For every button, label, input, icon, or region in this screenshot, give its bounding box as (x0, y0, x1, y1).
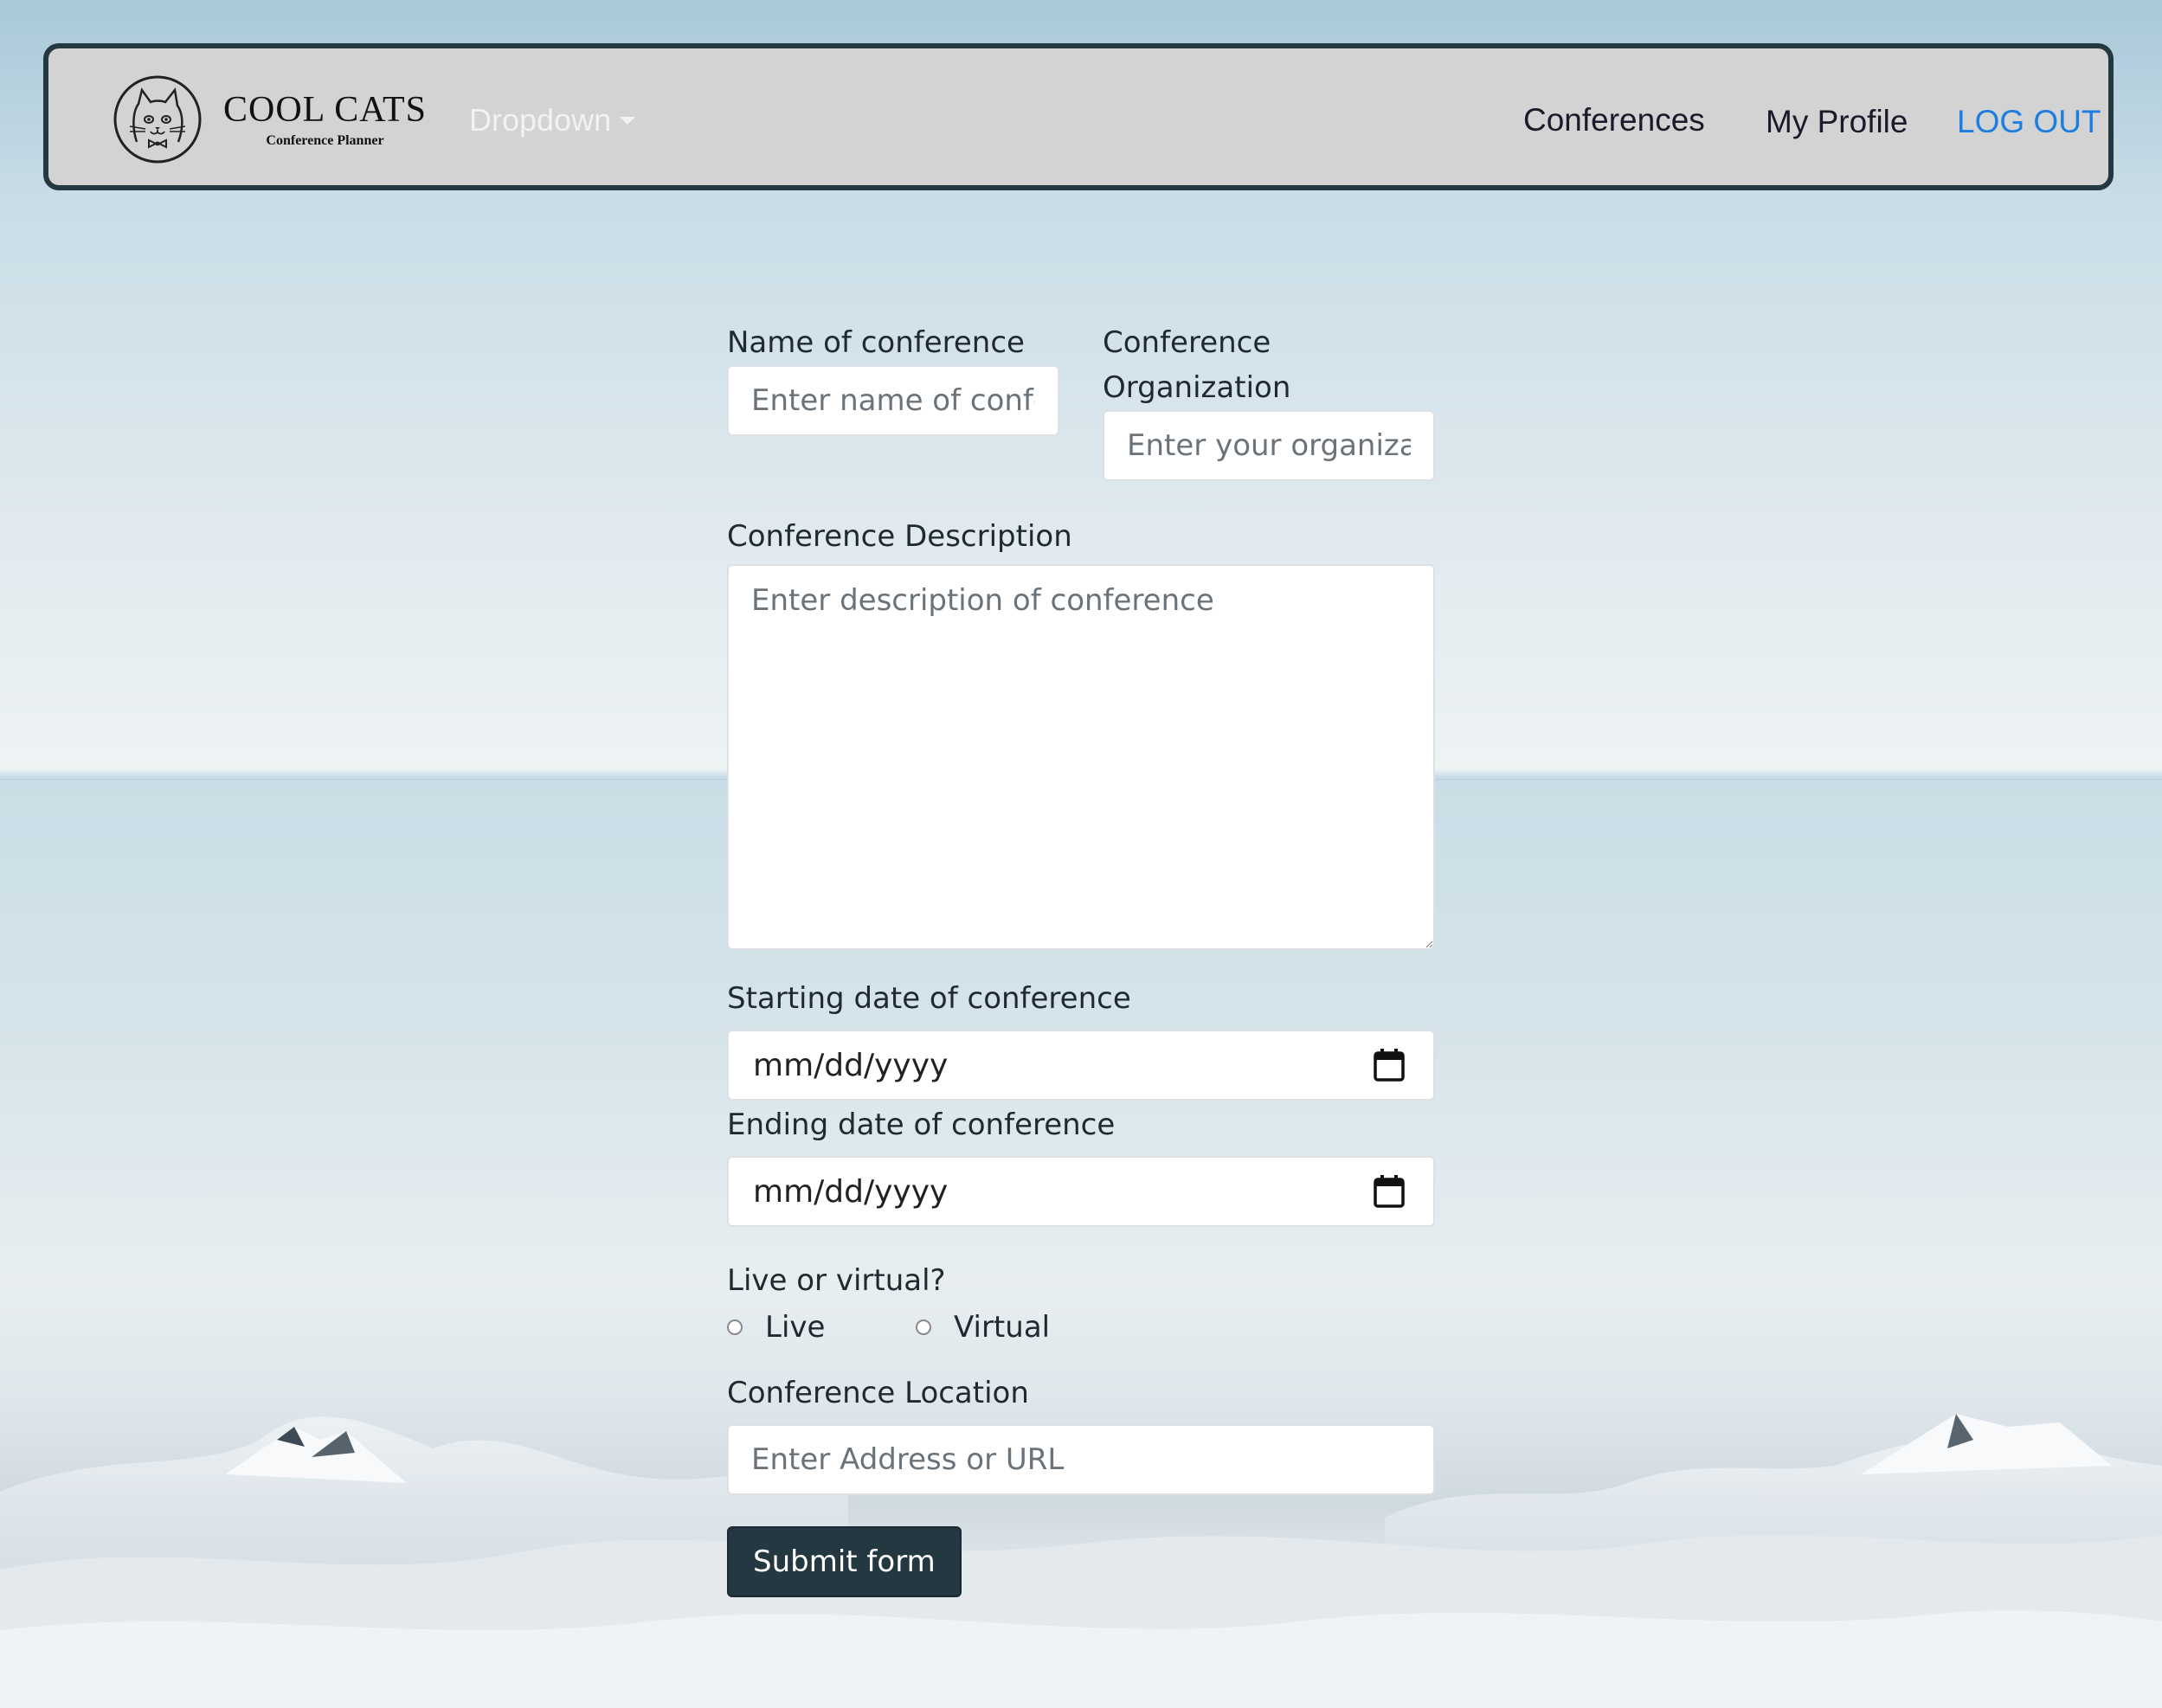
end-date-value: mm/dd/yyyy (753, 1173, 949, 1210)
organization-label-line1: Conference (1103, 325, 1271, 360)
radio-virtual-button[interactable] (916, 1320, 931, 1335)
calendar-icon[interactable] (1373, 1174, 1406, 1209)
start-date-value: mm/dd/yyyy (753, 1047, 949, 1083)
radio-live[interactable]: Live (727, 1310, 916, 1345)
dropdown-toggle[interactable]: Dropdown (469, 102, 636, 138)
description-label: Conference Description (727, 519, 1072, 554)
description-textarea[interactable] (727, 564, 1435, 950)
location-input[interactable] (727, 1424, 1435, 1495)
name-org-row: Name of conference Conference Organizati… (727, 320, 1435, 481)
nav-link-logout[interactable]: LOG OUT (1957, 104, 2101, 140)
brand-subtitle: Conference Planner (266, 133, 384, 149)
mode-label: Live or virtual? (727, 1263, 946, 1298)
radio-virtual[interactable]: Virtual (916, 1310, 1050, 1345)
mode-radio-group: Live Virtual (727, 1310, 1435, 1345)
conference-form: Name of conference Conference Organizati… (727, 320, 1435, 1597)
calendar-icon[interactable] (1373, 1048, 1406, 1082)
brand[interactable]: COOL CATS Conference Planner (113, 74, 427, 164)
organization-field-group: Conference Organization (1103, 320, 1435, 481)
organization-label-line2: Organization (1103, 370, 1291, 405)
name-label: Name of conference (727, 325, 1025, 360)
brand-title: COOL CATS (223, 89, 427, 130)
organization-input[interactable] (1103, 410, 1435, 481)
name-field-group: Name of conference (727, 320, 1059, 481)
nav-link-my-profile[interactable]: My Profile (1766, 104, 1908, 140)
dropdown-label: Dropdown (469, 102, 612, 138)
radio-live-label: Live (765, 1310, 826, 1345)
start-date-input[interactable]: mm/dd/yyyy (727, 1030, 1435, 1101)
conference-name-input[interactable] (727, 365, 1059, 436)
end-date-label: Ending date of conference (727, 1108, 1116, 1142)
chevron-down-icon (620, 116, 636, 125)
cat-face-icon (113, 75, 202, 164)
location-label: Conference Location (727, 1376, 1029, 1410)
navbar: COOL CATS Conference Planner Dropdown Co… (43, 43, 2114, 190)
end-date-input[interactable]: mm/dd/yyyy (727, 1156, 1435, 1227)
brand-text: COOL CATS Conference Planner (223, 90, 427, 149)
start-date-label: Starting date of conference (727, 981, 1131, 1016)
submit-form-button[interactable]: Submit form (727, 1526, 962, 1597)
radio-virtual-label: Virtual (954, 1310, 1051, 1345)
radio-live-button[interactable] (727, 1320, 743, 1335)
nav-link-conferences[interactable]: Conferences (1523, 102, 1705, 138)
